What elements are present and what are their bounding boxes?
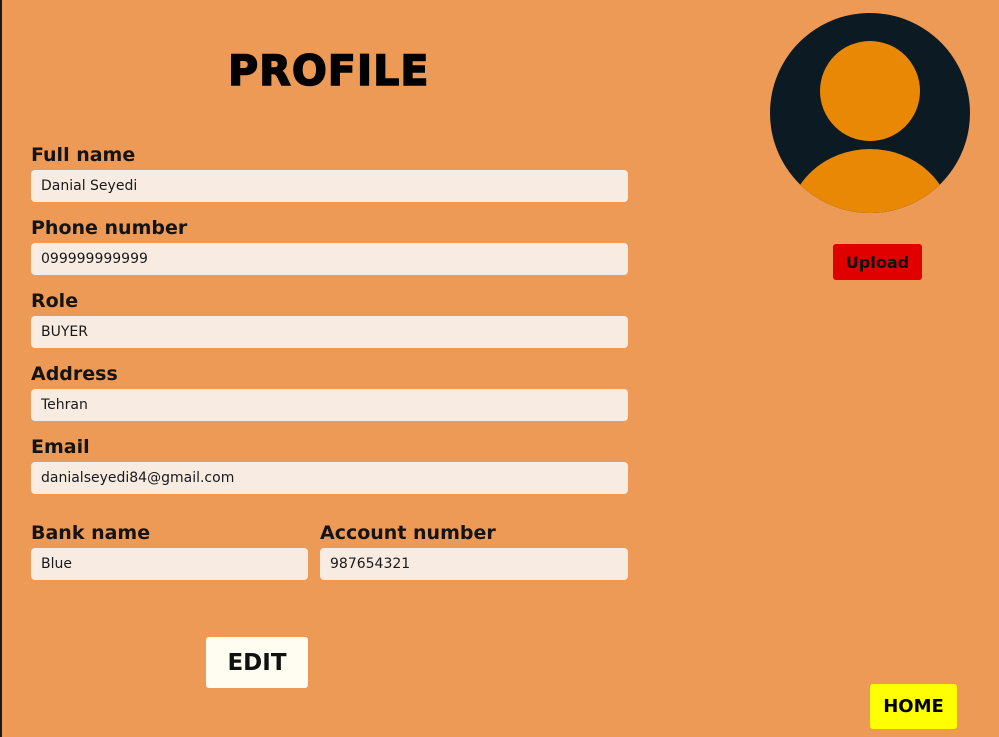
phone-number-input[interactable] (31, 243, 628, 275)
bank-name-label: Bank name (31, 522, 151, 544)
full-name-input[interactable] (31, 170, 628, 202)
page-title: PROFILE (227, 45, 430, 96)
address-label: Address (31, 363, 118, 385)
home-button[interactable]: HOME (870, 684, 957, 729)
user-avatar-icon (770, 13, 970, 213)
email-input[interactable] (31, 462, 628, 494)
account-number-input[interactable] (320, 548, 628, 580)
bank-name-input[interactable] (31, 548, 308, 580)
role-label: Role (31, 290, 79, 312)
role-input[interactable] (31, 316, 628, 348)
avatar-body (788, 149, 952, 213)
phone-number-label: Phone number (31, 217, 188, 239)
full-name-label: Full name (31, 144, 136, 166)
email-label: Email (31, 436, 90, 458)
account-number-label: Account number (320, 522, 496, 544)
address-input[interactable] (31, 389, 628, 421)
avatar-head (820, 41, 920, 141)
edit-button[interactable]: EDIT (206, 637, 308, 688)
upload-button[interactable]: Upload (833, 244, 922, 280)
window-left-border (0, 0, 2, 737)
